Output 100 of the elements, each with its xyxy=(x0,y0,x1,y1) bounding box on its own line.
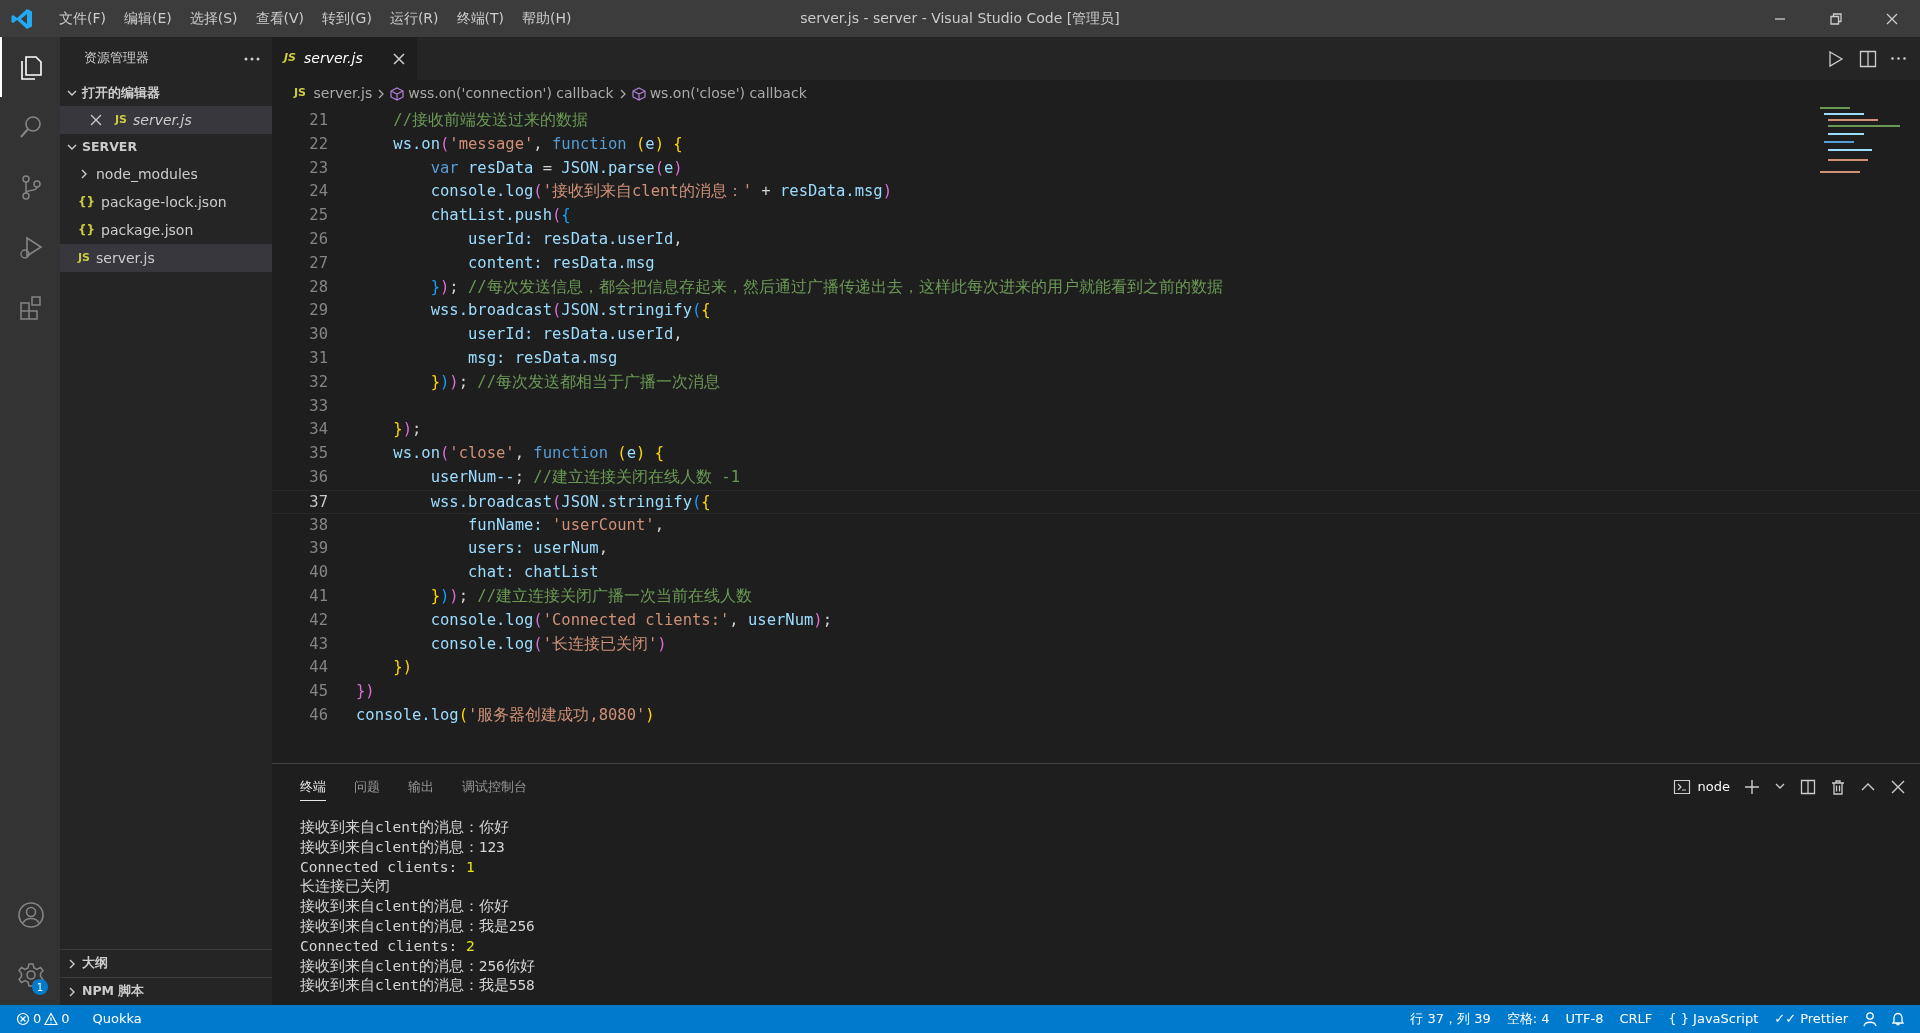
code-line: msg: resData.msg xyxy=(466,347,618,369)
error-count: 0 xyxy=(33,1010,42,1029)
line-number: 29 xyxy=(308,300,328,322)
menu-item[interactable]: 编辑(E) xyxy=(115,8,181,29)
menu-item[interactable]: 帮助(H) xyxy=(513,8,581,29)
breadcrumb-item[interactable]: ws.on('close') callback xyxy=(649,83,807,104)
line-number: 30 xyxy=(308,324,328,346)
status-item[interactable]: { } JavaScript xyxy=(1660,1009,1767,1029)
status-item[interactable]: Quokka xyxy=(84,1009,150,1029)
person-icon xyxy=(17,901,45,929)
js-file-icon: JS xyxy=(115,111,127,129)
file-name: node_modules xyxy=(96,164,198,184)
terminal-line: 接收到来自clent的消息：我是256 xyxy=(300,917,536,936)
plus-icon xyxy=(1744,779,1760,795)
code-line: var resData = JSON.parse(e) xyxy=(429,157,683,179)
line-number: 26 xyxy=(308,229,328,250)
tab-label: server.js xyxy=(304,49,363,68)
settings-button[interactable]: 1 xyxy=(0,945,60,1005)
panel-tab[interactable]: 调试控制台 xyxy=(462,772,527,802)
js-file-icon: JS xyxy=(284,50,296,67)
terminal-line: 接收到来自clent的消息：你好 xyxy=(300,818,510,837)
code-line: userId: resData.userId, xyxy=(466,324,683,346)
line-number: 31 xyxy=(308,347,328,369)
section-label: SERVER xyxy=(82,137,137,156)
terminal-line: Connected clients: 1 xyxy=(300,857,476,877)
terminal-line: 接收到来自clent的消息：你好 xyxy=(300,897,510,917)
file-tree-item[interactable]: node_modules xyxy=(60,160,272,188)
panel-tab[interactable]: 终端 xyxy=(300,772,326,802)
file-tree-item[interactable]: {} package.json xyxy=(60,216,272,244)
menu-item[interactable]: 文件(F) xyxy=(50,8,115,29)
line-number: 35 xyxy=(308,443,328,465)
breadcrumb-item[interactable]: server.js xyxy=(313,83,373,104)
close-icon xyxy=(393,52,405,65)
code-line: console.log('长连接已关闭') xyxy=(429,633,667,655)
code-line: console.log('接收到来自clent的消息：' + resData.msg) xyxy=(429,181,892,203)
close-icon xyxy=(90,114,102,126)
status-item[interactable]: CRLF xyxy=(1611,1009,1661,1029)
code-line: ws.on('close', function (e) { xyxy=(392,443,665,465)
section-header[interactable]: 大纲 xyxy=(60,949,272,977)
panel-tab[interactable]: 输出 xyxy=(408,772,434,802)
more-actions-button[interactable] xyxy=(1891,57,1906,60)
split-editor-button[interactable] xyxy=(1859,49,1877,68)
status-item[interactable]: 空格: 4 xyxy=(1498,1009,1558,1029)
restore-icon xyxy=(1830,12,1842,25)
section-label: NPM 脚本 xyxy=(82,982,145,1001)
bell-icon xyxy=(1890,1011,1906,1027)
code-line: content: resData.msg xyxy=(466,252,655,274)
line-number: 25 xyxy=(308,205,328,227)
line-number: 39 xyxy=(308,538,328,560)
gear-icon xyxy=(17,961,45,989)
line-number: 34 xyxy=(308,419,328,441)
status-item[interactable]: 行 37，列 39 xyxy=(1402,1009,1499,1029)
menu-item[interactable]: 运行(R) xyxy=(380,8,448,29)
code-line: }); xyxy=(392,419,422,441)
problems-status[interactable]: 0 0 xyxy=(8,1009,78,1029)
terminal-icon xyxy=(1672,779,1691,795)
error-icon xyxy=(16,1012,30,1026)
line-number: 27 xyxy=(308,252,328,274)
menu-item[interactable]: 查看(V) xyxy=(246,8,314,29)
play-icon xyxy=(1827,49,1845,68)
code-line: }) xyxy=(355,681,375,703)
breadcrumb-item[interactable]: wss.on('connection') callback xyxy=(408,83,614,104)
file-name: server.js xyxy=(96,248,155,268)
section-header[interactable]: SERVER xyxy=(60,134,272,160)
status-item[interactable]: UTF-8 xyxy=(1557,1009,1612,1029)
menu-item[interactable]: 终端(T) xyxy=(447,8,513,29)
line-number: 22 xyxy=(308,133,328,155)
open-editor-item[interactable]: JS server.js xyxy=(60,106,272,134)
line-number: 45 xyxy=(308,681,328,703)
window-title: server.js - server - Visual Studio Code [管理员] xyxy=(800,10,1120,26)
delete-terminal-button[interactable] xyxy=(1830,779,1846,795)
split-icon xyxy=(1859,49,1877,68)
line-number: 36 xyxy=(308,466,328,488)
file-tree-item[interactable]: JS server.js xyxy=(60,244,272,272)
line-number: 23 xyxy=(308,157,328,179)
new-terminal-button[interactable] xyxy=(1744,779,1760,795)
more-icon xyxy=(244,57,260,61)
line-number: 32 xyxy=(308,371,328,393)
line-number: 24 xyxy=(308,181,328,203)
run-button[interactable] xyxy=(1827,49,1845,68)
panel-tab[interactable]: 问题 xyxy=(354,772,380,802)
json-file-icon: {} xyxy=(78,221,96,239)
terminal-selector[interactable]: node xyxy=(1672,777,1730,797)
status-item[interactable]: ✓✓ Prettier xyxy=(1766,1009,1856,1029)
json-file-icon: {} xyxy=(78,193,96,211)
warning-icon xyxy=(44,1012,59,1026)
section-header[interactable]: 打开的编辑器 xyxy=(60,80,272,106)
close-panel-button[interactable] xyxy=(1890,779,1906,795)
line-number: 43 xyxy=(308,633,328,655)
menu-item[interactable]: 选择(S) xyxy=(180,8,247,29)
line-number: 44 xyxy=(308,657,328,679)
trash-icon xyxy=(1830,779,1846,795)
editor-tab[interactable]: JS server.js xyxy=(272,37,417,80)
file-name: package-lock.json xyxy=(101,192,227,212)
split-terminal-button[interactable] xyxy=(1800,779,1816,795)
file-tree-item[interactable]: {} package-lock.json xyxy=(60,188,272,216)
code-line: funName: 'userCount', xyxy=(466,514,664,536)
line-number: 21 xyxy=(308,110,328,131)
menu-item[interactable]: 转到(G) xyxy=(313,8,381,29)
code-line: }) xyxy=(392,657,412,679)
